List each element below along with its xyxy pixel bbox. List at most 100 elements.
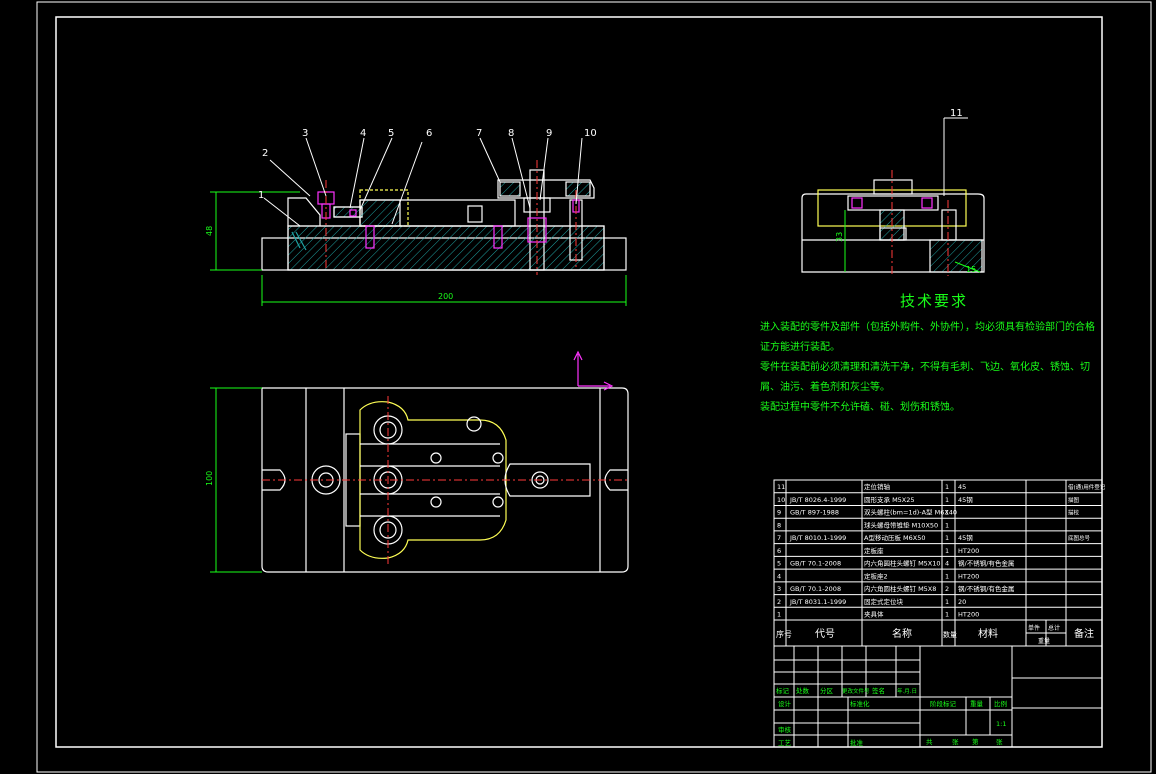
bom-cell-no: 4: [777, 572, 781, 580]
bom-header-note: 备注: [1074, 627, 1094, 640]
bom-cell-name: 夹具体: [864, 610, 884, 619]
tech-req-body: 进入装配的零件及部件（包括外购件、外协件），均必须具有检验部门的合格证方能进行装…: [760, 318, 1100, 418]
bom-cell-no: 3: [777, 585, 781, 593]
front-view: [261, 169, 627, 271]
bom-cell-mat: 45钢: [958, 534, 973, 542]
bom-cell-qty: 2: [945, 585, 949, 593]
rev-label-3: 更改文件号: [842, 687, 870, 695]
bom-cell-qty: 1: [945, 547, 949, 555]
bom-cell-qty: 4: [945, 560, 949, 568]
bom-cell-mat: 20: [958, 598, 966, 606]
sheet-2: 第: [972, 737, 979, 746]
bom-cell-no: 7: [777, 534, 781, 542]
balloon-5: 5: [388, 128, 394, 139]
weight-label: 重量: [970, 700, 984, 708]
bom-cell-note: 描校: [1068, 509, 1080, 517]
bom-cell-mat: HT200: [958, 547, 979, 555]
bom-cell-name: 定位销轴: [864, 482, 891, 491]
dim-height-side: 33: [835, 232, 844, 242]
bom-cell-name: 定板座: [864, 546, 884, 555]
bom-cell-code: JB/T 8031.1-1999: [789, 598, 846, 606]
bom-header-code: 代号: [815, 628, 835, 640]
rev-label-2: 分区: [820, 686, 834, 695]
balloon-9: 9: [546, 128, 552, 139]
tech-req-line-3: 装配过程中零件不允许磕、碰、划伤和锈蚀。: [760, 402, 960, 413]
bom-header-name: 名称: [892, 627, 912, 640]
bom-cell-mat: 钢/不锈钢/有色金属: [958, 559, 1014, 568]
bom-cell-code: GB/T 70.1-2008: [790, 585, 841, 593]
bom-cell-code: GB/T 70.1-2008: [790, 560, 841, 568]
std-label: 标准化: [850, 699, 870, 708]
balloon-1: 1: [258, 190, 264, 201]
rev-label-5: 年.月.日: [897, 687, 917, 695]
bom-cell-no: 2: [777, 598, 781, 606]
bom-header-total: 总计: [1048, 624, 1060, 632]
bom-cell-note: 借(通)用件登记: [1068, 483, 1106, 491]
bom-header-qty: 数量: [943, 630, 957, 639]
bom-cell-note: 底图总号: [1068, 534, 1091, 542]
balloon-10: 10: [584, 128, 597, 139]
bom-cell-mat: 钢/不锈钢/有色金属: [958, 584, 1014, 593]
balloon-11: 11: [950, 108, 963, 119]
sheet-1: 张: [952, 737, 959, 746]
bom-cell-qty: 1: [945, 611, 949, 619]
bom-cell-name: 内六角圆柱头螺钉 M5X10: [864, 559, 941, 568]
bom-cell-no: 8: [777, 521, 781, 529]
bom-cell-code: GB/T 897-1988: [790, 509, 839, 517]
stage-label: 阶段标记: [930, 699, 957, 708]
bom-cell-qty: 1: [945, 521, 949, 529]
bom-cell-no: 9: [777, 509, 781, 517]
rev-label-4: 签名: [872, 686, 885, 695]
dim-width-top: 100: [205, 471, 214, 486]
approve-label: 批准: [850, 738, 864, 747]
balloon-7: 7: [476, 128, 482, 139]
scale-label: 比例: [994, 699, 1007, 708]
tech-req-line-2: 零件在装配前必须清理和清洗干净，不得有毛刺、飞边、氧化皮、锈蚀、切屑、油污、着色…: [760, 362, 1090, 393]
bom-cell-qty: 1: [945, 534, 949, 542]
bom-cell-code: JB/T 8010.1-1999: [789, 534, 846, 542]
bom-cell-name: 固定式定位块: [864, 597, 904, 606]
bom-cell-no: 5: [777, 560, 781, 568]
bom-cell-name: 双头螺柱(bm=1d)-A型 M6X40: [864, 508, 957, 517]
role-process: 工艺: [778, 739, 792, 747]
bom-cell-no: 6: [777, 547, 781, 555]
bom-cell-mat: 45钢: [958, 496, 973, 504]
bom-header-weight: 重量: [1038, 637, 1050, 645]
sheet-0: 共: [926, 737, 933, 746]
sheet-3: 张: [996, 737, 1003, 746]
bom-cell-no: 10: [777, 496, 785, 504]
bom-header-mat: 材料: [978, 627, 998, 640]
bom-header-no: 序号: [776, 629, 792, 639]
bom-cell-qty: 1: [945, 598, 949, 606]
tech-req-line-1: 进入装配的零件及部件（包括外购件、外协件），均必须具有检验部门的合格证方能进行装…: [760, 322, 1095, 353]
tech-req-title: 技术要求: [900, 292, 969, 310]
bom-cell-name: 圆形支承 M5X25: [864, 495, 915, 504]
bom-cell-qty: 1: [945, 572, 949, 580]
dim-small-side: 15: [966, 265, 976, 274]
title-block: [773, 645, 1103, 748]
side-view: [801, 179, 985, 273]
role-review: 审核: [778, 725, 792, 734]
bom-cell-name: 球头螺母带锥垫 M10X50: [864, 520, 938, 529]
bom-cell-name: 内六角圆柱头螺钉 M5X8: [864, 584, 936, 593]
balloon-4: 4: [360, 128, 366, 139]
balloon-2: 2: [262, 148, 268, 159]
dim-length-front: 200: [438, 292, 453, 301]
bom-cell-no: 1: [777, 611, 781, 619]
balloon-8: 8: [508, 128, 514, 139]
bom-cell-qty: 1: [945, 483, 949, 491]
scale-value: 1:1: [996, 720, 1006, 728]
bom-cell-qty: 1: [945, 509, 949, 517]
bom-cell-mat: HT200: [958, 611, 979, 619]
balloon-6: 6: [426, 128, 432, 139]
role-design: 设计: [778, 699, 792, 708]
bom-cell-name: 定板座2: [864, 571, 888, 580]
bom-cell-no: 11: [777, 483, 785, 491]
rev-label-1: 处数: [796, 686, 810, 695]
bom-header-single: 单件: [1028, 624, 1040, 632]
bom-cell-qty: 1: [945, 496, 949, 504]
rev-label-0: 标记: [776, 686, 790, 695]
dim-height-front: 48: [205, 226, 214, 236]
bom-cell-mat: HT200: [958, 572, 979, 580]
bom-cell-name: A型移动压板 M6X50: [864, 533, 925, 542]
